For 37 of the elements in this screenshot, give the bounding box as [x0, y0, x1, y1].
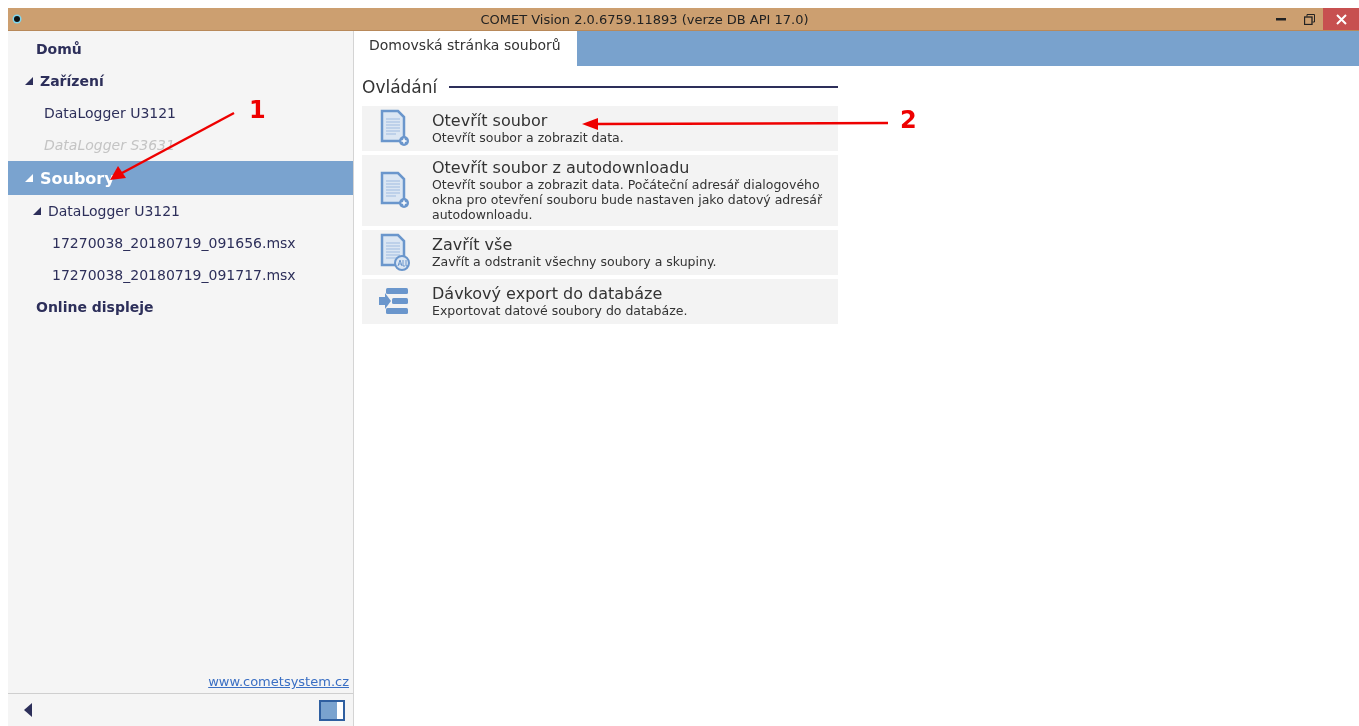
action-title: Zavřít vše: [432, 235, 513, 254]
action-description: Otevřít soubor a zobrazit data. Počáteční adresář dialogového okna pro otevření souboru bude nastaven jako datový adresář autodownloadu.: [432, 177, 824, 222]
action-title: Otevřít soubor z autodownloadu: [432, 158, 690, 177]
action-card[interactable]: Zavřít vše Zavřít a odstranit všechny soubory a skupiny.: [362, 230, 838, 275]
action-description: Exportovat datové soubory do databáze.: [432, 303, 689, 318]
restore-icon: [1303, 13, 1315, 25]
tree-item[interactable]: Domů: [8, 33, 82, 65]
action-card[interactable]: Otevřít soubor z autodownloadu Otevřít soubor a zobrazit data. Počáteční adresář dialogového okna pro otevření souboru bude nastaven jako datový adresář autodownloadu.: [362, 155, 838, 226]
minimize-icon: [1276, 17, 1286, 21]
action-card[interactable]: Otevřít soubor Otevřít soubor a zobrazit data.: [362, 106, 838, 151]
panel-layout-icon[interactable]: [319, 699, 345, 721]
tree-item[interactable]: DataLogger U3121: [8, 97, 176, 129]
tree-item[interactable]: 17270038_20180719_091717.msx: [8, 259, 296, 291]
expanded-triangle-icon[interactable]: [32, 206, 42, 216]
action-card[interactable]: Dávkový export do databáze Exportovat datové soubory do databáze.: [362, 279, 838, 324]
tree-item[interactable]: Zařízení: [8, 65, 104, 97]
tab[interactable]: Domovská stránka souborů: [354, 31, 577, 66]
action-title: Otevřít soubor: [432, 111, 548, 130]
close-icon: [1335, 13, 1347, 25]
tree-item[interactable]: DataLogger U3121: [8, 195, 180, 227]
eye-icon: [12, 14, 22, 24]
tree-item[interactable]: 17270038_20180719_091656.msx: [8, 227, 296, 259]
document-add-icon: [378, 171, 410, 209]
action-description: Otevřít soubor a zobrazit data.: [432, 130, 625, 145]
collapse-left-icon[interactable]: [24, 703, 32, 717]
action-title: Dávkový export do databáze: [432, 284, 663, 303]
annotation-number: 2: [900, 106, 917, 134]
document-add-icon: [378, 109, 410, 147]
section-title: Ovládání: [362, 77, 438, 97]
action-description: Zavřít a odstranit všechny soubory a skupiny.: [432, 254, 718, 269]
annotation-number: 1: [249, 96, 266, 124]
window-title: COMET Vision 2.0.6759.11893 (verze DB API 17.0): [479, 11, 810, 27]
document-all-icon: [378, 233, 410, 271]
website-link[interactable]: www.cometsystem.cz: [208, 674, 349, 689]
tree-item[interactable]: Online displeje: [8, 291, 154, 323]
close-button[interactable]: [1323, 8, 1359, 30]
expanded-triangle-icon[interactable]: [24, 76, 34, 86]
